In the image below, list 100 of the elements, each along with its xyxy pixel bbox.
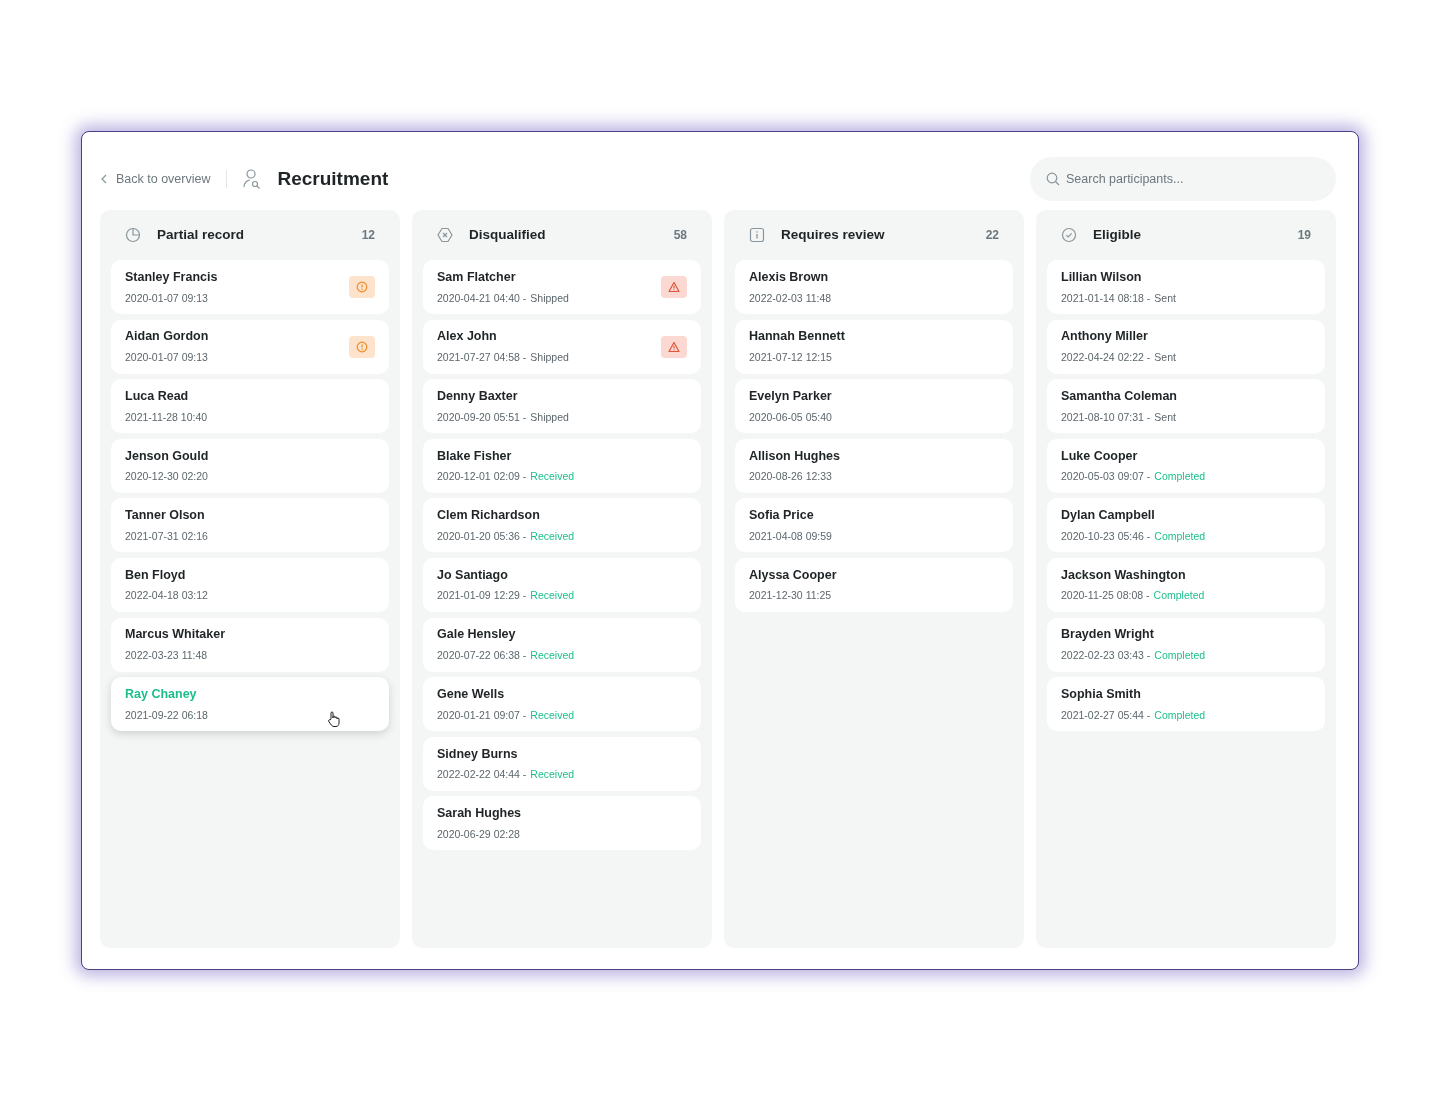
status-text: Received [530, 648, 575, 664]
search-field[interactable]: Search participants... [1030, 157, 1336, 201]
status-text: Completed [1154, 528, 1206, 544]
status-text: Sent [1154, 290, 1176, 306]
participant-card[interactable]: Alex John 2021-07-27 04:58 - Shipped [423, 319, 701, 374]
participant-name: Blake Fisher [437, 447, 513, 465]
timestamp: 2021-07-27 04:58 - [437, 350, 527, 366]
timestamp: 2021-04-08 09:59 [749, 528, 832, 544]
timestamp: 2021-09-22 06:18 [125, 707, 208, 723]
participant-card[interactable]: Anthony Miller 2022-04-24 02:22 - Sent [1047, 319, 1325, 374]
timestamp: 2021-12-30 11:25 [749, 588, 832, 604]
participant-card[interactable]: Gene Wells 2020-01-21 09:07 - Received [423, 677, 701, 732]
timestamp: 2020-06-29 02:28 [437, 826, 520, 842]
participant-name: Dylan Campbell [1061, 507, 1156, 525]
participant-card[interactable]: Clem Richardson 2020-01-20 05:36 - Received [423, 498, 701, 553]
timestamp: 2020-05-03 09:07 - [1061, 469, 1151, 485]
participant-card[interactable]: Ray Chaney 2021-09-22 06:18 [111, 677, 389, 732]
participant-name: Luke Cooper [1061, 447, 1139, 465]
column-count: 22 [985, 227, 999, 244]
status-text: Completed [1154, 707, 1206, 723]
timestamp: 2021-01-09 12:29 - [437, 588, 527, 604]
participant-name: Luca Read [125, 387, 190, 405]
participant-card[interactable]: Allison Hughes 2020-08-26 12:33 [735, 438, 1013, 493]
timestamp: 2022-03-23 11:48 [125, 648, 208, 664]
timestamp: 2020-01-21 09:07 - [437, 707, 527, 723]
participant-card[interactable]: Sidney Burns 2022-02-22 04:44 - Received [423, 736, 701, 791]
participant-name: Alyssa Cooper [749, 566, 837, 584]
participant-card[interactable]: Aidan Gordon 2020-01-07 09:13 [111, 319, 389, 374]
participant-name: Clem Richardson [437, 507, 541, 525]
column-title: Partial record [157, 225, 245, 244]
participant-card[interactable]: Lillian Wilson 2021-01-14 08:18 - Sent [1047, 260, 1325, 314]
participant-name: Sofia Price [749, 507, 815, 525]
timestamp: 2020-09-20 05:51 - [437, 409, 527, 425]
participant-name: Samantha Coleman [1061, 387, 1177, 405]
participant-name: Lillian Wilson [1061, 268, 1143, 286]
participant-card[interactable]: Denny Baxter 2020-09-20 05:51 - Shipped [423, 379, 701, 434]
timestamp: 2020-12-01 02:09 - [437, 469, 527, 485]
timestamp: 2022-02-23 03:43 - [1061, 648, 1151, 664]
status-text: Shipped [530, 350, 569, 366]
status-text: Received [530, 528, 575, 544]
participant-card[interactable]: Stanley Francis 2020-01-07 09:13 [111, 260, 389, 314]
participant-card[interactable]: Jackson Washington 2020-11-25 08:08 - Completed [1047, 557, 1325, 612]
participant-card[interactable]: Sam Flatcher 2020-04-21 04:40 - Shipped [423, 260, 701, 314]
participant-card[interactable]: Blake Fisher 2020-12-01 02:09 - Received [423, 438, 701, 493]
column-count: 12 [361, 227, 375, 244]
participant-card[interactable]: Luke Cooper 2020-05-03 09:07 - Completed [1047, 438, 1325, 493]
timestamp: 2020-01-07 09:13 [125, 290, 208, 306]
participant-card[interactable]: Marcus Whitaker 2022-03-23 11:48 [111, 617, 389, 672]
participant-name: Alex John [437, 328, 498, 346]
participant-card[interactable]: Dylan Campbell 2020-10-23 05:46 - Completed [1047, 498, 1325, 553]
participant-name: Gale Hensley [437, 626, 517, 644]
participant-name: Stanley Francis [125, 268, 218, 286]
status-text: Received [530, 469, 575, 485]
participant-name: Ben Floyd [125, 566, 187, 584]
timestamp: 2020-11-25 08:08 - [1061, 588, 1150, 604]
participant-name: Ray Chaney [125, 685, 198, 703]
participant-card[interactable]: Sophia Smith 2021-02-27 05:44 - Completed [1047, 677, 1325, 732]
participant-name: Brayden Wright [1061, 626, 1155, 644]
participant-card[interactable]: Gale Hensley 2020-07-22 06:38 - Received [423, 617, 701, 672]
participant-card[interactable]: Sofia Price 2021-04-08 09:59 [735, 498, 1013, 553]
participant-name: Evelyn Parker [749, 387, 832, 405]
participant-card[interactable]: Evelyn Parker 2020-06-05 05:40 [735, 379, 1013, 434]
column-count: 58 [673, 227, 687, 244]
timestamp: 2021-07-12 12:15 [749, 350, 832, 366]
participant-card[interactable]: Ben Floyd 2022-04-18 03:12 [111, 557, 389, 612]
participant-card[interactable]: Brayden Wright 2022-02-23 03:43 - Completed [1047, 617, 1325, 672]
back-link[interactable]: Back to overview [100, 169, 211, 189]
timestamp: 2021-02-27 05:44 - [1061, 707, 1151, 723]
participant-name: Denny Baxter [437, 387, 519, 405]
participant-name: Hannah Bennett [749, 328, 845, 346]
timestamp: 2020-06-05 05:40 [749, 409, 832, 425]
participant-name: Gene Wells [437, 685, 506, 703]
participant-card[interactable]: Hannah Bennett 2021-07-12 12:15 [735, 319, 1013, 374]
participant-card[interactable]: Sarah Hughes 2020-06-29 02:28 [423, 796, 701, 851]
status-text: Received [530, 588, 575, 604]
participant-name: Marcus Whitaker [125, 626, 226, 644]
timestamp: 2021-01-14 08:18 - [1061, 290, 1151, 306]
participant-name: Sam Flatcher [437, 268, 517, 286]
column-title: Eligible [1093, 225, 1141, 244]
participant-card[interactable]: Tanner Olson 2021-07-31 02:16 [111, 498, 389, 553]
timestamp: 2020-07-22 06:38 - [437, 648, 527, 664]
participant-name: Jenson Gould [125, 447, 209, 465]
timestamp: 2020-04-21 04:40 - [437, 290, 527, 306]
participant-card[interactable]: Alexis Brown 2022-02-03 11:48 [735, 260, 1013, 314]
participant-card[interactable]: Alyssa Cooper 2021-12-30 11:25 [735, 557, 1013, 612]
participant-name: Aidan Gordon [125, 328, 209, 346]
status-text: Sent [1154, 350, 1176, 366]
status-text: Shipped [530, 290, 569, 306]
page-title: Recruitment [277, 166, 389, 191]
column-title: Disqualified [469, 225, 546, 244]
participant-card[interactable]: Samantha Coleman 2021-08-10 07:31 - Sent [1047, 379, 1325, 434]
person-search-icon [243, 169, 262, 189]
participant-card[interactable]: Luca Read 2021-11-28 10:40 [111, 379, 389, 434]
timestamp: 2020-10-23 05:46 - [1061, 528, 1151, 544]
participant-card[interactable]: Jo Santiago 2021-01-09 12:29 - Received [423, 557, 701, 612]
timestamp: 2021-11-28 10:40 [125, 409, 208, 425]
participant-card[interactable]: Jenson Gould 2020-12-30 02:20 [111, 438, 389, 493]
timestamp: 2020-12-30 02:20 [125, 469, 208, 485]
participant-name: Allison Hughes [749, 447, 840, 465]
participant-name: Anthony Miller [1061, 328, 1149, 346]
